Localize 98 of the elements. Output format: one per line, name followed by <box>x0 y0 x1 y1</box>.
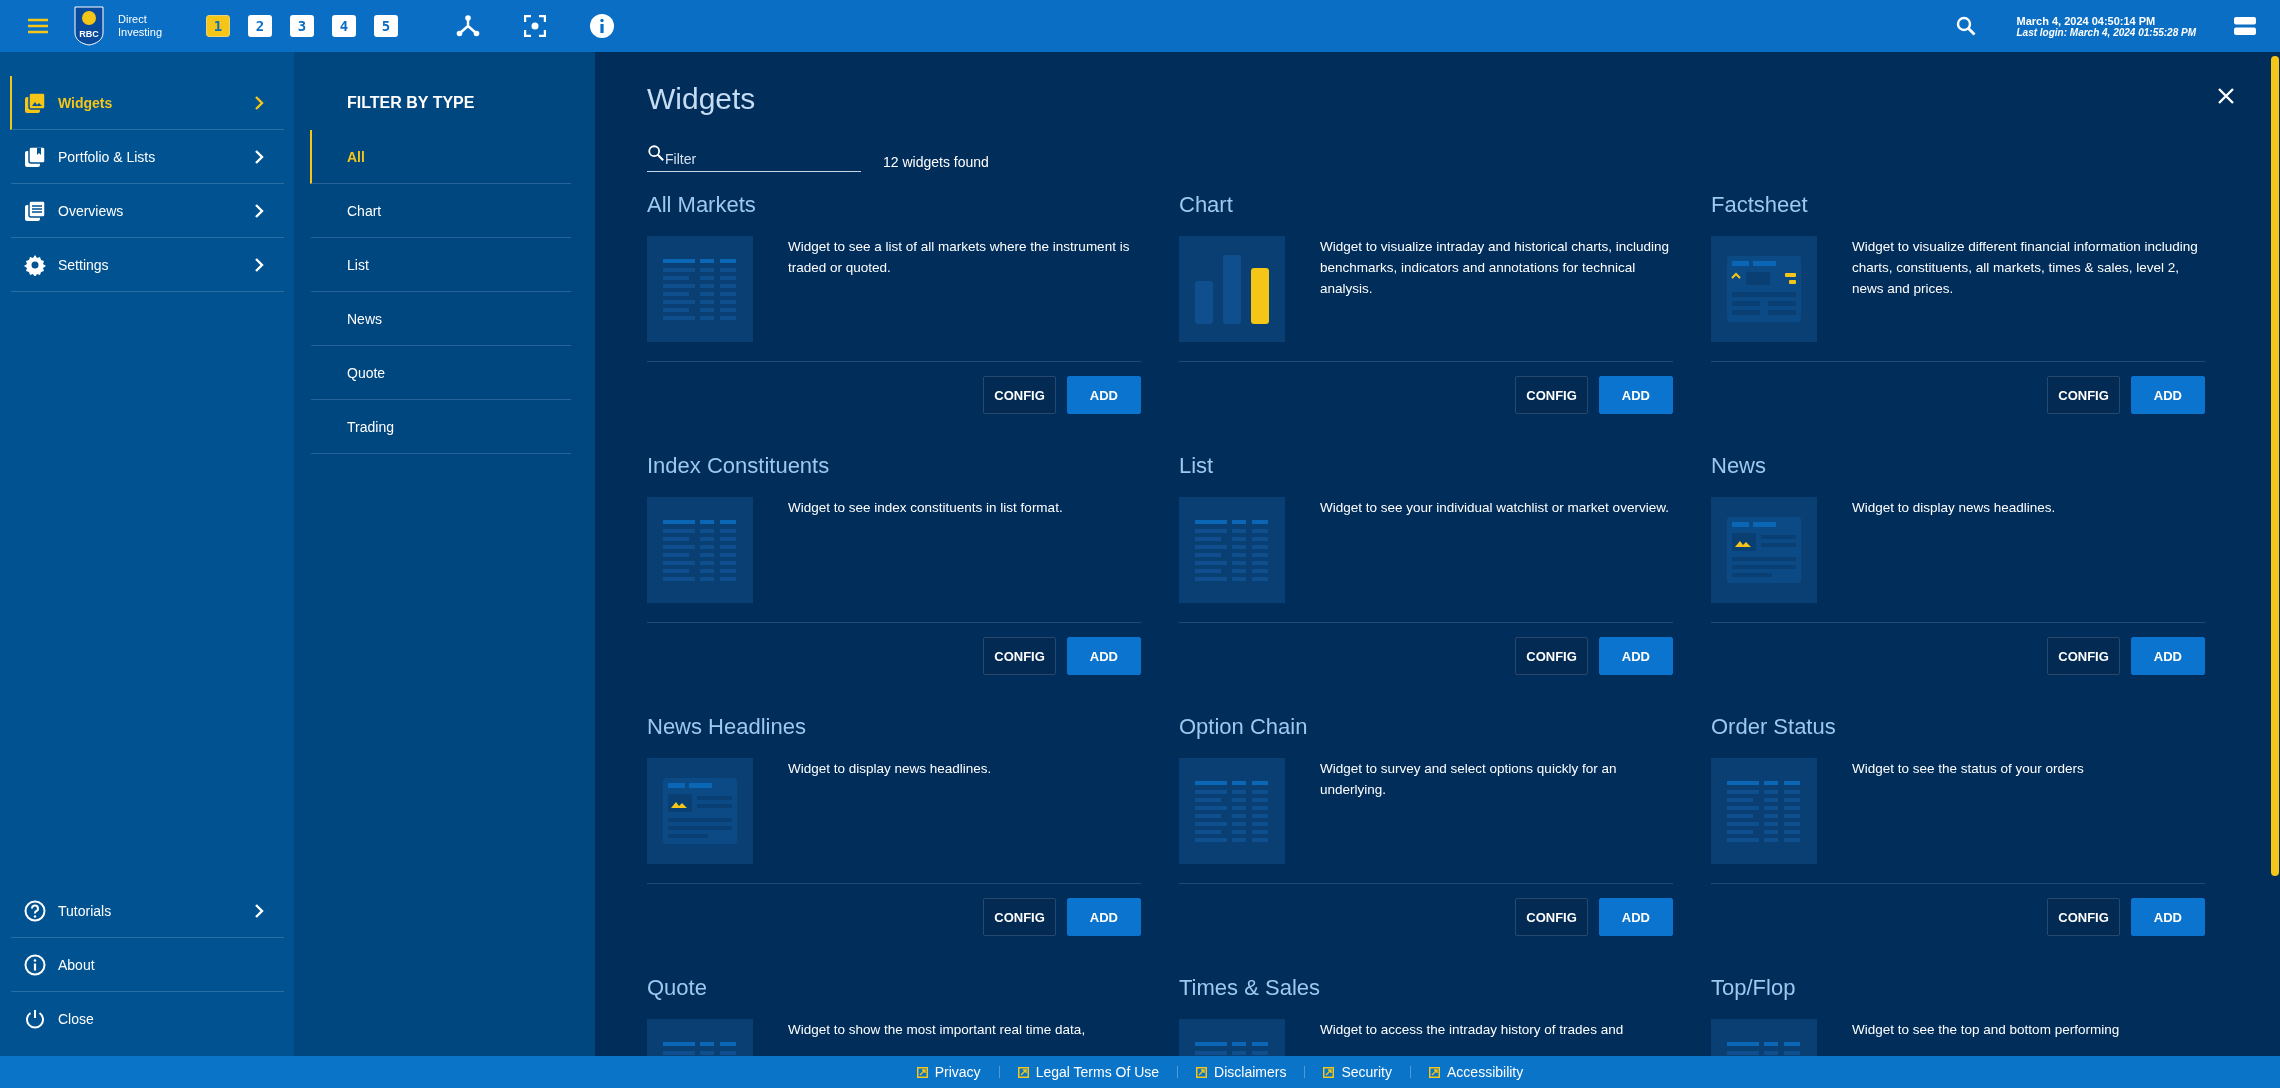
sidebar-item[interactable]: Settings <box>10 238 284 292</box>
workspace-tab[interactable]: 4 <box>332 15 357 37</box>
network-icon[interactable] <box>456 15 481 37</box>
widget-description: Widget to see a list of all markets where the instrument is traded or quoted. <box>788 238 1131 277</box>
sidebar-item[interactable]: Tutorials <box>10 884 284 938</box>
widget-description: Widget to access the intraday history of trades and <box>1320 1021 1625 1039</box>
search-icon[interactable] <box>1956 16 1977 36</box>
external-link-icon <box>1196 1066 1208 1078</box>
add-button[interactable]: ADD <box>1598 898 1673 936</box>
widget-title: Quote <box>647 975 707 1002</box>
widget-title: Times & Sales <box>1179 975 1320 1002</box>
workspace-tab[interactable]: 1 <box>206 15 231 37</box>
filter-item[interactable]: News <box>310 292 571 346</box>
config-button[interactable]: CONFIG <box>2047 376 2120 414</box>
sidebar-item[interactable]: About <box>10 938 284 992</box>
filter-item[interactable]: Quote <box>310 346 571 400</box>
add-button[interactable]: ADD <box>1066 637 1141 675</box>
settings-icon <box>24 253 46 276</box>
widget-description: Widget to display news headlines. <box>1852 499 2057 517</box>
workspace-tab[interactable]: 3 <box>290 15 315 37</box>
widget-description: Widget to survey and select options quickly for an underlying. <box>1320 760 1618 799</box>
sidebar-item[interactable]: Close <box>10 992 284 1046</box>
filter-item[interactable]: All <box>310 130 571 184</box>
widget-title: Chart <box>1179 192 1233 219</box>
filter-item[interactable]: Trading <box>310 400 571 454</box>
info-icon[interactable] <box>590 14 615 38</box>
filter-item[interactable]: List <box>310 238 571 292</box>
widget-description: Widget to see the top and bottom performing <box>1852 1021 2121 1039</box>
filter-field[interactable]: Filter <box>647 144 861 172</box>
chevron-right-icon <box>254 95 264 110</box>
power-icon <box>24 1008 46 1030</box>
search-icon <box>647 144 665 162</box>
widget-description: Widget to visualize different financial information including charts, constituents, all markets, times & sales, level 2, news and prices. <box>1852 238 2199 298</box>
config-button[interactable]: CONFIG <box>1515 376 1588 414</box>
chevron-right-icon <box>254 149 264 164</box>
add-button[interactable]: ADD <box>2130 376 2205 414</box>
widget-title: News <box>1711 453 1766 480</box>
brand-name: Direct Investing <box>118 13 163 39</box>
external-link-icon <box>1429 1066 1440 1078</box>
add-button[interactable]: ADD <box>2130 898 2205 936</box>
image-gallery-icon <box>24 91 46 114</box>
sidebar-item[interactable]: Widgets <box>10 76 284 130</box>
add-button[interactable]: ADD <box>1066 376 1141 414</box>
bank-logo: RBC <box>74 6 104 46</box>
widget-title: Index Constituents <box>647 453 830 480</box>
layout-icon[interactable] <box>2234 17 2256 35</box>
widget-title: News Headlines <box>647 714 806 741</box>
widget-title: Option Chain <box>1179 714 1308 741</box>
chevron-right-icon <box>254 257 264 272</box>
widget-description: Widget to see the status of your orders <box>1852 760 2085 778</box>
footer-link[interactable]: Privacy <box>898 1064 999 1080</box>
external-link-icon <box>916 1066 928 1078</box>
external-link-icon <box>1017 1066 1029 1078</box>
filter-input[interactable]: Filter <box>665 147 845 167</box>
config-button[interactable]: CONFIG <box>2047 637 2120 675</box>
external-link-icon <box>1323 1066 1335 1078</box>
footer-link[interactable]: Security <box>1305 1064 1410 1080</box>
help-icon <box>24 899 46 922</box>
config-button[interactable]: CONFIG <box>983 637 1056 675</box>
last-login-text: Last login: March 4, 2024 01:55:28 PM <box>2016 26 2196 38</box>
sidebar-item[interactable]: Portfolio & Lists <box>10 130 284 184</box>
add-button[interactable]: ADD <box>1066 898 1141 936</box>
widget-description: Widget to see index constituents in list format. <box>788 499 1064 517</box>
config-button[interactable]: CONFIG <box>2047 898 2120 936</box>
add-button[interactable]: ADD <box>2130 637 2205 675</box>
widget-title: List <box>1179 453 1214 480</box>
widget-title: Order Status <box>1711 714 1836 741</box>
widget-title: Top/Flop <box>1711 975 1796 1002</box>
footer-link[interactable]: Disclaimers <box>1178 1064 1305 1080</box>
bookmark-pages-icon <box>24 145 46 168</box>
filter-heading: FILTER BY TYPE <box>346 94 476 112</box>
footer-link[interactable]: Legal Terms Of Use <box>999 1064 1178 1080</box>
config-button[interactable]: CONFIG <box>983 376 1056 414</box>
widget-description: Widget to see your individual watchlist or market overview. <box>1320 499 1670 517</box>
info-icon <box>24 953 46 976</box>
chevron-right-icon <box>254 203 264 218</box>
widget-title: All Markets <box>647 192 756 219</box>
add-button[interactable]: ADD <box>1598 376 1673 414</box>
widget-description: Widget to display news headlines. <box>788 760 993 778</box>
sidebar-item[interactable]: Overviews <box>10 184 284 238</box>
result-count: 12 widgets found <box>883 154 989 172</box>
config-button[interactable]: CONFIG <box>1515 637 1588 675</box>
current-datetime: March 4, 2024 04:50:14 PM <box>2016 14 2157 27</box>
filter-item[interactable]: Chart <box>310 184 571 238</box>
workspace-tab[interactable]: 2 <box>248 15 273 37</box>
document-list-icon <box>24 199 46 222</box>
config-button[interactable]: CONFIG <box>983 898 1056 936</box>
widget-title: Factsheet <box>1711 192 1808 219</box>
chevron-right-icon <box>254 903 264 918</box>
widget-description: Widget to show the most important real time data, <box>788 1021 1087 1039</box>
page-title: Widgets <box>647 82 756 116</box>
add-button[interactable]: ADD <box>1598 637 1673 675</box>
workspace-tab[interactable]: 5 <box>374 15 399 37</box>
config-button[interactable]: CONFIG <box>1515 898 1588 936</box>
focus-icon[interactable] <box>524 15 547 37</box>
footer-link[interactable]: Accessibility <box>1411 1064 1542 1080</box>
scrollbar[interactable] <box>2271 56 2279 876</box>
widget-description: Widget to visualize intraday and historical charts, including benchmarks, indicators and annotations for technical analysis. <box>1320 238 1670 298</box>
